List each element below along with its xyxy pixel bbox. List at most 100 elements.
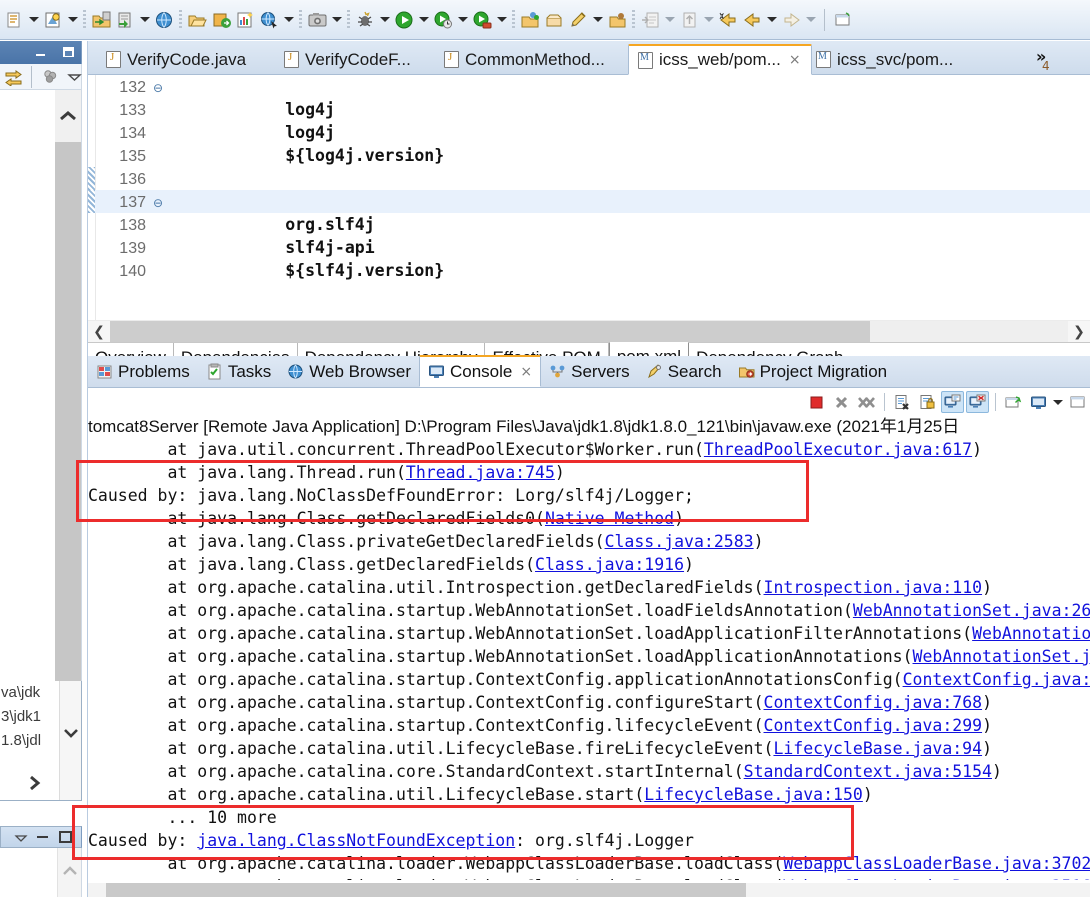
stack-trace-link[interactable]: WebappClassLoaderBase.java:3702 <box>783 854 1090 873</box>
browser-icon[interactable] <box>258 9 280 31</box>
chevron-down-icon[interactable] <box>456 9 469 31</box>
display-selected-console-button[interactable] <box>1027 391 1050 413</box>
stack-trace-link[interactable]: WebappClassLoaderBase.java:3516 <box>783 877 1090 880</box>
run-server-icon[interactable] <box>471 9 493 31</box>
chevron-down-icon[interactable] <box>663 9 676 31</box>
stack-trace-link[interactable]: StandardContext.java:5154 <box>744 762 992 781</box>
remove-launch-button[interactable] <box>830 391 853 413</box>
view-tab-search[interactable]: Search <box>638 356 730 387</box>
view-tab-tasks[interactable]: Tasks <box>198 356 279 387</box>
run-history-icon[interactable] <box>432 9 454 31</box>
show-console-on-error-button[interactable] <box>966 391 989 413</box>
chevron-down-icon[interactable] <box>495 9 508 31</box>
code-line[interactable]: 139 slf4j-api <box>88 236 1090 259</box>
fragment-scrollbar[interactable] <box>59 681 81 800</box>
chevron-down-icon[interactable] <box>138 9 151 31</box>
pin-console-button[interactable] <box>1002 391 1025 413</box>
search-icon[interactable] <box>42 9 64 31</box>
scroll-up-button[interactable] <box>55 90 81 142</box>
chevron-down-icon[interactable] <box>702 9 715 31</box>
maximize-button[interactable] <box>59 831 72 843</box>
scroll-right-button[interactable]: ❯ <box>1068 321 1090 343</box>
stack-trace-link[interactable]: WebAnnotationSet.java:65 <box>913 647 1090 666</box>
stack-trace-link[interactable]: ContextConfig.java:299 <box>764 716 983 735</box>
fragment-next-button[interactable] <box>24 773 46 798</box>
stack-trace-link[interactable]: LifecycleBase.java:150 <box>644 785 863 804</box>
close-icon[interactable]: × <box>789 52 801 68</box>
new-window-icon[interactable] <box>832 9 854 31</box>
open-resource-icon[interactable] <box>186 9 208 31</box>
stack-trace-link[interactable]: java.lang.ClassNotFoundException <box>197 831 515 850</box>
web-globe-icon[interactable] <box>153 9 175 31</box>
code-line[interactable]: 138 org.slf4j <box>88 213 1090 236</box>
code-line[interactable]: 135 ${log4j.version} <box>88 144 1090 167</box>
stack-trace-link[interactable]: Thread.java:745 <box>406 463 555 482</box>
step-up-icon[interactable] <box>678 9 700 31</box>
open-type-icon[interactable] <box>3 9 25 31</box>
code-line[interactable]: 134 log4j <box>88 121 1090 144</box>
package-icon[interactable] <box>606 9 628 31</box>
stack-trace-link[interactable]: Class.java:2583 <box>605 532 754 551</box>
console-horizontal-scrollbar[interactable] <box>88 883 1090 897</box>
chevron-down-icon[interactable] <box>66 9 79 31</box>
code-editor[interactable]: 132 ⊖ 133 log4j 134 log4j 135 ${log4j.versi… <box>88 75 1090 320</box>
stack-trace-link[interactable]: WebAnnotationSet.java:134 <box>972 624 1090 643</box>
view-tab-servers[interactable]: Servers <box>541 356 638 387</box>
stack-trace-link[interactable]: LifecycleBase.java:94 <box>773 739 982 758</box>
chevron-down-icon[interactable] <box>591 9 604 31</box>
view-menu-icon[interactable] <box>63 66 85 88</box>
editor-tab-3[interactable]: icss_web/pom... × <box>628 44 812 75</box>
fold-toggle-icon[interactable]: ⊖ <box>150 77 166 100</box>
open-box-icon[interactable] <box>543 9 565 31</box>
stack-trace-link[interactable]: WebAnnotationSet.java:262 <box>853 601 1090 620</box>
screenshot-icon[interactable] <box>306 9 328 31</box>
stack-trace-link[interactable]: ContextConfig.java:768 <box>764 693 983 712</box>
fold-toggle-icon[interactable]: ⊖ <box>150 192 166 215</box>
code-line[interactable]: 140 ${slf4j.version} <box>88 259 1090 282</box>
editor-tab-2[interactable]: CommonMethod... <box>434 44 615 75</box>
show-console-on-output-button[interactable] <box>941 391 964 413</box>
minimize-button[interactable] <box>37 836 48 838</box>
export-icon[interactable] <box>114 9 136 31</box>
clear-console-button[interactable] <box>891 391 914 413</box>
code-line[interactable]: 133 log4j <box>88 98 1090 121</box>
view-menu-filter-icon[interactable] <box>39 66 61 88</box>
forward-arrow-icon[interactable] <box>780 9 802 31</box>
view-tab-problems[interactable]: Problems <box>88 356 198 387</box>
editor-horizontal-scrollbar[interactable]: ❮ ❯ <box>88 320 1090 343</box>
open-console-button[interactable] <box>1066 391 1089 413</box>
scroll-lock-button[interactable] <box>916 391 939 413</box>
code-line[interactable]: 132 ⊖ <box>88 75 1090 98</box>
minimize-button[interactable] <box>34 46 47 59</box>
stack-trace-link[interactable]: Introspection.java:110 <box>764 578 983 597</box>
open-external-icon[interactable] <box>210 9 232 31</box>
scrollbar-thumb[interactable] <box>110 320 870 343</box>
scrollbar-thumb[interactable] <box>106 883 746 897</box>
back-arrow-icon[interactable] <box>741 9 763 31</box>
view-tab-console[interactable]: Console × <box>419 355 542 387</box>
code-line[interactable]: 137 ⊖ <box>88 190 1090 213</box>
remove-all-terminated-button[interactable] <box>855 391 878 413</box>
scrollbar-track[interactable] <box>110 320 1068 343</box>
link-with-editor-icon[interactable] <box>2 66 24 88</box>
new-report-icon[interactable] <box>234 9 256 31</box>
close-icon[interactable]: × <box>520 364 532 380</box>
chevron-down-icon[interactable] <box>378 9 391 31</box>
chevron-down-icon[interactable] <box>765 9 778 31</box>
stack-trace-link[interactable]: Class.java:1916 <box>535 555 684 574</box>
code-line[interactable]: 136 <box>88 167 1090 190</box>
view-tab-web-browser[interactable]: Web Browser <box>279 356 419 387</box>
chevron-down-icon[interactable] <box>417 9 430 31</box>
pencil-icon[interactable] <box>567 9 589 31</box>
chevron-down-icon[interactable] <box>804 9 817 31</box>
new-package-icon[interactable] <box>519 9 541 31</box>
editor-tab-1[interactable]: VerifyCodeF... <box>274 44 421 75</box>
editor-tab-4[interactable]: icss_svc/pom... <box>806 44 963 75</box>
stack-trace-link[interactable]: ContextConfig.java:377 <box>903 670 1090 689</box>
run-icon[interactable] <box>393 9 415 31</box>
view-tab-project-migration[interactable]: Project Migration <box>730 356 896 387</box>
chevron-down-icon[interactable] <box>330 9 343 31</box>
maximize-button[interactable] <box>62 46 75 59</box>
scroll-left-button[interactable]: ❮ <box>88 321 110 343</box>
console-output[interactable]: at java.util.concurrent.ThreadPoolExecut… <box>88 438 1090 880</box>
